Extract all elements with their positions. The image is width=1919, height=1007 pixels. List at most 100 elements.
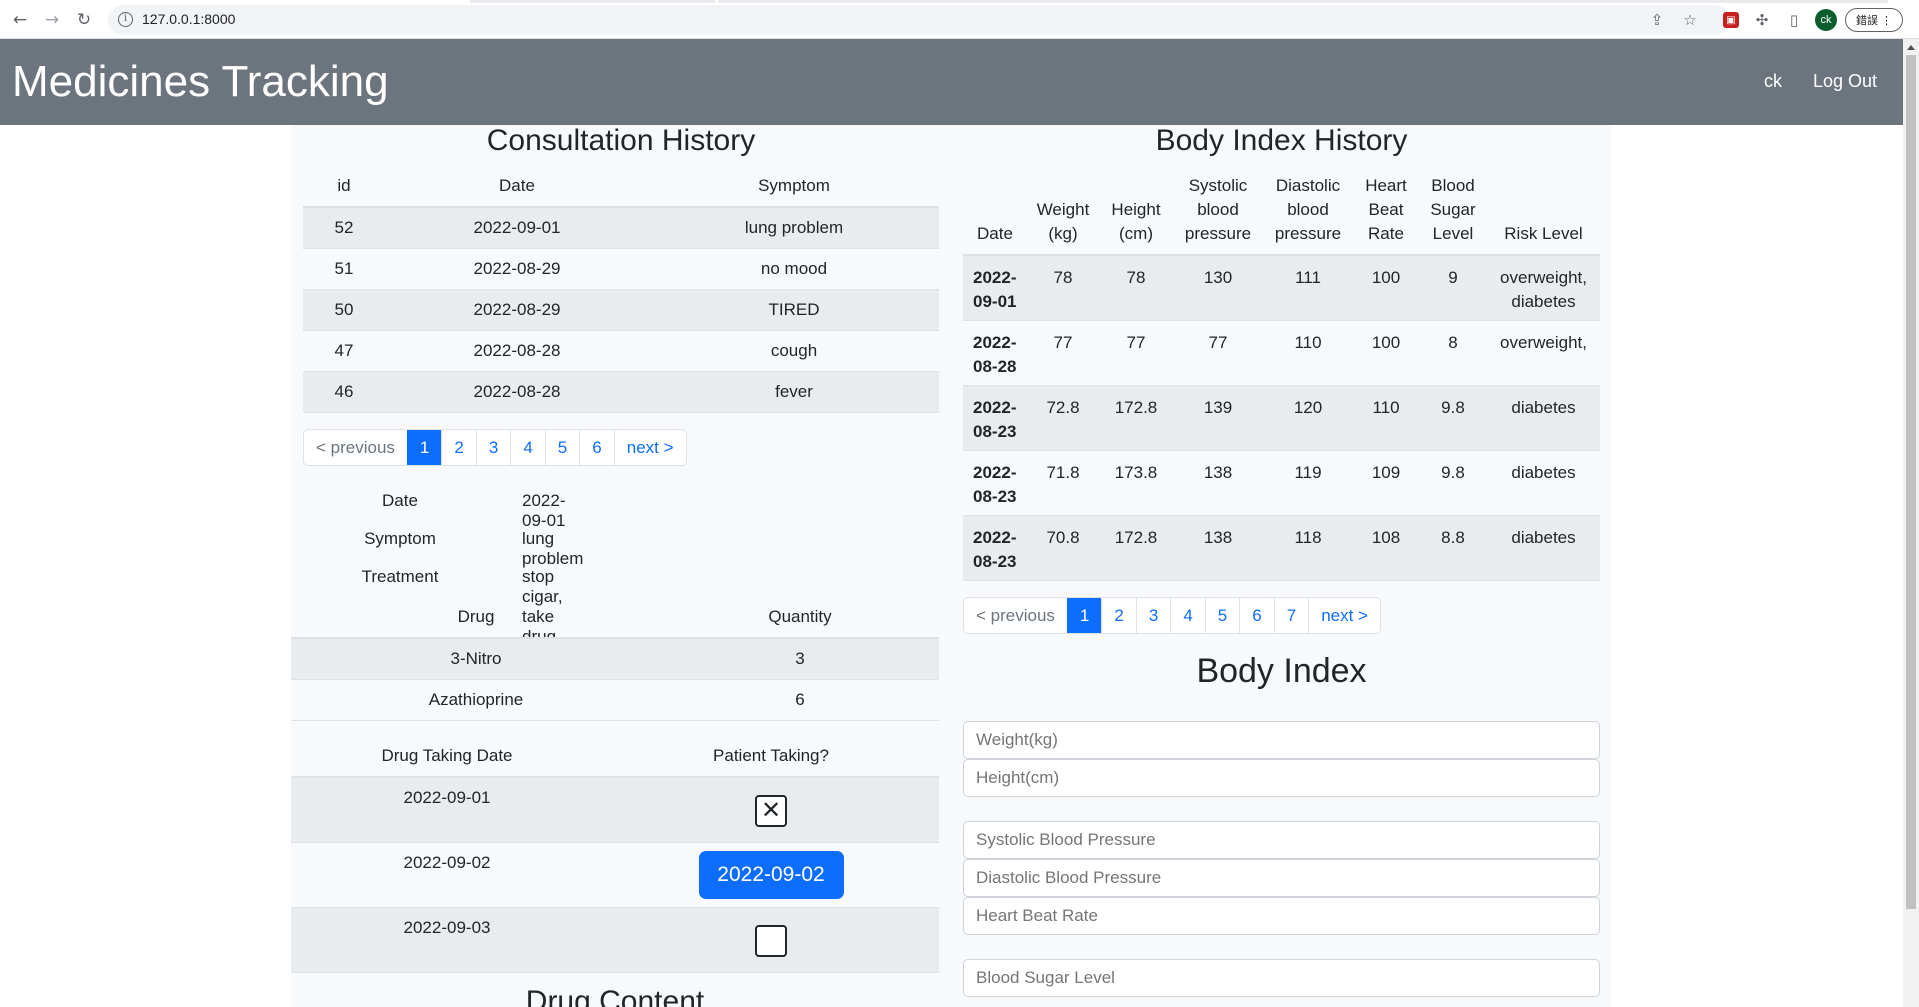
x-mark-icon: ✕: [760, 797, 782, 824]
page-6[interactable]: 6: [579, 430, 613, 465]
cell-drug: Azathioprine: [291, 679, 661, 721]
page-6[interactable]: 6: [1239, 598, 1273, 633]
cell-heart-rate: 108: [1353, 515, 1419, 581]
cell-date: 2022-09-01: [963, 255, 1027, 321]
extension-red-icon[interactable]: ▣: [1723, 12, 1739, 28]
bookmark-star-icon[interactable]: ☆: [1679, 9, 1701, 31]
logout-link[interactable]: Log Out: [1813, 71, 1877, 92]
col-drug: Drug: [291, 597, 661, 639]
taking-date-button[interactable]: 2022-09-02: [698, 850, 844, 899]
page-5[interactable]: 5: [1204, 598, 1239, 633]
nav-user-link[interactable]: ck: [1764, 71, 1782, 92]
table-row[interactable]: 2022-08-23 71.8 173.8 138 119 109 9.8 di…: [963, 450, 1600, 516]
cell-taking-date: 2022-09-03: [291, 907, 603, 973]
consultation-history-title: Consultation History: [486, 124, 756, 157]
cell-taking-state: ✕: [603, 777, 939, 843]
detail-date-label: Date: [382, 491, 418, 510]
table-row: 2022-09-01 ✕: [291, 777, 939, 843]
page-next[interactable]: next >: [1308, 598, 1380, 633]
col-risk-level: Risk Level: [1487, 166, 1600, 256]
cell-date: 2022-08-29: [385, 248, 649, 290]
cell-date: 2022-09-01: [385, 207, 649, 249]
cell-id: 47: [303, 330, 385, 372]
page-5[interactable]: 5: [544, 430, 579, 465]
scrollbar-thumb[interactable]: [1906, 55, 1916, 909]
systolic-input[interactable]: [963, 821, 1600, 859]
share-icon[interactable]: ⇪: [1646, 9, 1668, 31]
taking-checkbox-checked[interactable]: ✕: [755, 795, 787, 827]
col-patient-taking: Patient Taking?: [603, 736, 939, 778]
col-diastolic: Diastolic blood pressure: [1263, 166, 1353, 256]
cell-heart-rate: 109: [1353, 450, 1419, 516]
table-row[interactable]: 2022-09-01 78 78 130 111 100 9 overweigh…: [963, 255, 1600, 321]
blood-sugar-input[interactable]: [963, 959, 1600, 997]
drug-content-title: Drug Content: [525, 985, 705, 1007]
cell-risk-level: diabetes: [1487, 515, 1600, 581]
side-panel-icon[interactable]: ▯: [1783, 9, 1805, 31]
site-info-icon[interactable]: i: [118, 12, 133, 27]
extensions-puzzle-icon[interactable]: ✣: [1751, 9, 1773, 31]
cell-diastolic: 111: [1263, 255, 1353, 321]
table-row[interactable]: 2022-08-23 72.8 172.8 139 120 110 9.8 di…: [963, 385, 1600, 451]
cell-symptom: fever: [649, 371, 939, 413]
page-previous[interactable]: < previous: [304, 430, 407, 465]
page-next[interactable]: next >: [613, 430, 686, 465]
address-bar[interactable]: i 127.0.0.1:8000: [108, 5, 1730, 35]
page-scrollbar[interactable]: [1903, 39, 1919, 1007]
cell-blood-sugar: 8: [1419, 320, 1487, 386]
page-1[interactable]: 1: [1066, 598, 1102, 633]
cell-id: 52: [303, 207, 385, 249]
heart-rate-input[interactable]: [963, 897, 1600, 935]
page-previous[interactable]: < previous: [964, 598, 1067, 633]
brand-title[interactable]: Medicines Tracking: [12, 57, 389, 107]
cell-drug: 3-Nitro: [291, 638, 661, 680]
scroll-up-arrow-icon[interactable]: [1907, 45, 1915, 50]
height-input[interactable]: [963, 759, 1600, 797]
diastolic-input[interactable]: [963, 859, 1600, 897]
cell-systolic: 139: [1173, 385, 1263, 451]
table-row[interactable]: 50 2022-08-29 TIRED: [303, 289, 939, 331]
body-history-pagination: < previous 1 2 3 4 5 6 7 next >: [963, 597, 1381, 634]
cell-height: 77: [1099, 320, 1173, 386]
table-row[interactable]: 51 2022-08-29 no mood: [303, 248, 939, 290]
col-symptom: Symptom: [649, 166, 939, 208]
page-1[interactable]: 1: [406, 430, 442, 465]
reload-icon[interactable]: ↻: [73, 9, 95, 31]
table-row[interactable]: 47 2022-08-28 cough: [303, 330, 939, 372]
browser-toolbar: ← → ↻ i 127.0.0.1:8000 ⇪ ☆ ▣ ✣ ▯ ck 錯誤 ⋮: [0, 0, 1919, 39]
profile-avatar[interactable]: ck: [1815, 9, 1837, 31]
table-row[interactable]: Azathioprine 6: [291, 679, 939, 721]
page-4[interactable]: 4: [510, 430, 544, 465]
page-2[interactable]: 2: [441, 430, 475, 465]
cell-weight: 70.8: [1027, 515, 1099, 581]
cell-risk-level: overweight, diabetes: [1487, 255, 1600, 321]
col-quantity: Quantity: [661, 597, 939, 639]
page-3[interactable]: 3: [475, 430, 510, 465]
col-blood-sugar: Blood Sugar Level: [1419, 166, 1487, 256]
table-row[interactable]: 3-Nitro 3: [291, 638, 939, 680]
address-url[interactable]: 127.0.0.1:8000: [142, 11, 235, 27]
page-3[interactable]: 3: [1135, 598, 1170, 633]
update-button[interactable]: 錯誤 ⋮: [1845, 8, 1903, 32]
cell-systolic: 130: [1173, 255, 1263, 321]
table-row[interactable]: 2022-08-23 70.8 172.8 138 118 108 8.8 di…: [963, 515, 1600, 581]
cell-id: 46: [303, 371, 385, 413]
cell-heart-rate: 110: [1353, 385, 1419, 451]
taking-checkbox-unchecked[interactable]: [755, 924, 787, 957]
cell-blood-sugar: 9.8: [1419, 450, 1487, 516]
forward-arrow-icon[interactable]: →: [41, 9, 63, 31]
table-row[interactable]: 52 2022-09-01 lung problem: [303, 207, 939, 249]
page-7[interactable]: 7: [1273, 598, 1308, 633]
weight-input[interactable]: [963, 721, 1600, 759]
cell-symptom: lung problem: [649, 207, 939, 249]
cell-risk-level: overweight,: [1487, 320, 1600, 386]
cell-weight: 71.8: [1027, 450, 1099, 516]
back-arrow-icon[interactable]: ←: [9, 9, 31, 31]
tab-strip-edge-right: [718, 0, 1888, 3]
table-row[interactable]: 2022-08-28 77 77 77 110 100 8 overweight…: [963, 320, 1600, 386]
cell-blood-sugar: 8.8: [1419, 515, 1487, 581]
table-row[interactable]: 46 2022-08-28 fever: [303, 371, 939, 413]
page-4[interactable]: 4: [1170, 598, 1204, 633]
cell-date: 2022-08-23: [963, 450, 1027, 516]
page-2[interactable]: 2: [1101, 598, 1135, 633]
